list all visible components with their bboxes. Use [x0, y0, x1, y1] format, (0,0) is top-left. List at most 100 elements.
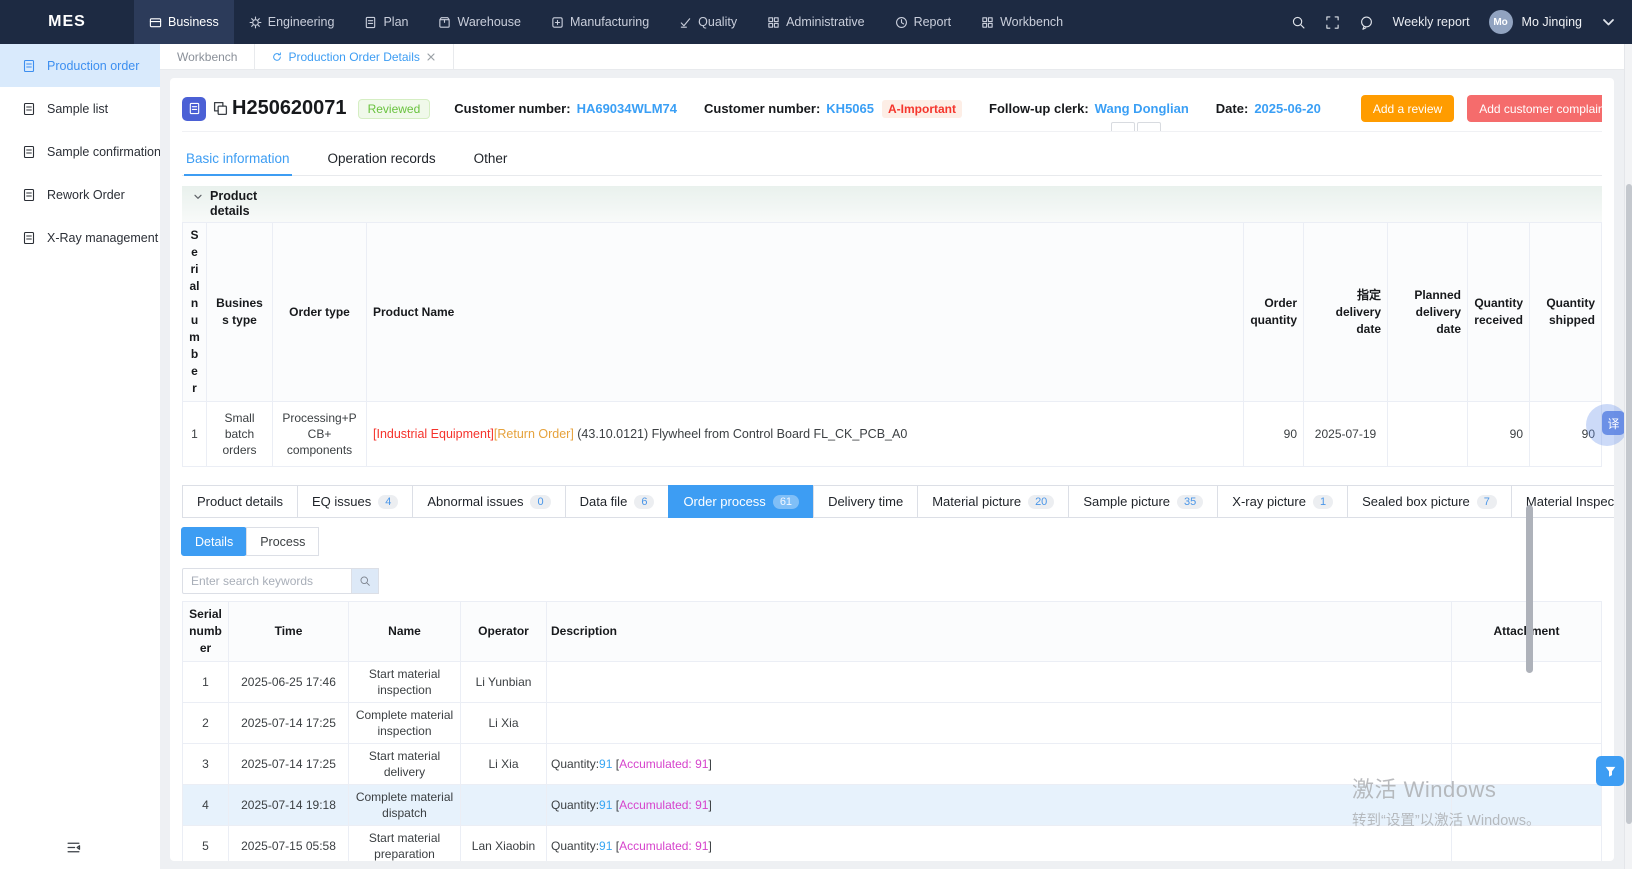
sidebar-item-label: Sample confirmation list	[47, 145, 160, 159]
nav-item-engineering[interactable]: Engineering	[234, 0, 350, 44]
tab-count-badge: 61	[773, 495, 799, 509]
tab-details[interactable]: Details	[181, 527, 247, 556]
content-area: WorkbenchProduction Order Details H25062…	[160, 44, 1632, 869]
nav-item-quality[interactable]: Quality	[664, 0, 752, 44]
cell-time: 2025-07-14 17:25	[229, 703, 349, 744]
chevron-down-icon[interactable]	[1601, 15, 1616, 30]
sidebar-item-label: X-Ray management	[47, 231, 158, 245]
field-label: Follow-up clerk:	[989, 101, 1089, 116]
process-row[interactable]: 42025-07-14 19:18Complete material dispa…	[183, 785, 1602, 826]
grid-icon	[767, 16, 780, 29]
tab-operation-records[interactable]: Operation records	[326, 140, 438, 175]
tab-material-picture[interactable]: Material picture20	[917, 485, 1069, 518]
tab-other[interactable]: Other	[472, 140, 510, 175]
product-col-header: Quantity received	[1468, 223, 1530, 402]
sidebar-item-sample-list[interactable]: Sample list	[0, 87, 160, 130]
tab-x-ray-picture[interactable]: X-ray picture1	[1217, 485, 1348, 518]
nav-item-business[interactable]: Business	[134, 0, 234, 44]
tab-basic-information[interactable]: Basic information	[184, 140, 292, 175]
close-icon	[426, 52, 436, 62]
process-row[interactable]: 52025-07-15 05:58Start material preparat…	[183, 826, 1602, 862]
page-scrollbar[interactable]	[1624, 44, 1632, 869]
tab-delivery-time[interactable]: Delivery time	[813, 485, 918, 518]
factory-icon	[551, 16, 564, 29]
process-row[interactable]: 12025-06-25 17:46Start material inspecti…	[183, 662, 1602, 703]
tab-production-order-details[interactable]: Production Order Details	[255, 44, 453, 69]
button-add-a-review[interactable]: Add a review	[1361, 95, 1454, 122]
sidebar-spacer	[0, 259, 160, 828]
nav-item-warehouse[interactable]: Warehouse	[423, 0, 535, 44]
process-row[interactable]: 22025-07-14 17:25Complete material inspe…	[183, 703, 1602, 744]
sidebar-item-production-order[interactable]: Production order	[0, 44, 160, 87]
mini-box[interactable]	[1137, 122, 1161, 132]
product-col-header: Order quantity	[1244, 223, 1304, 402]
search-input[interactable]	[182, 568, 352, 594]
order-number: H250620071	[232, 97, 347, 120]
nav-item-manufacturing[interactable]: Manufacturing	[536, 0, 664, 44]
nav-item-label: Quality	[698, 15, 737, 29]
table-scrollbar-thumb[interactable]	[1526, 505, 1533, 673]
tab-process[interactable]: Process	[246, 527, 319, 556]
button-add-customer-complaints[interactable]: Add customer complaints	[1467, 95, 1602, 122]
order-detail-card: H250620071 Reviewed Customer number:HA69…	[170, 78, 1614, 861]
search-icon[interactable]	[1291, 15, 1306, 30]
tab-label: Material Inspection Record	[1526, 494, 1614, 509]
cell-name: Start material preparation	[349, 826, 461, 862]
section-title: Product details	[210, 189, 268, 219]
nav-item-plan[interactable]: Plan	[349, 0, 423, 44]
tab-sample-picture[interactable]: Sample picture35	[1068, 485, 1218, 518]
doc-icon	[22, 231, 36, 245]
filter-button[interactable]	[1596, 756, 1624, 786]
sidebar-item-sample-confirmation-list[interactable]: Sample confirmation list	[0, 130, 160, 173]
nav-item-label: Manufacturing	[570, 15, 649, 29]
process-row[interactable]: 32025-07-14 17:25Start material delivery…	[183, 744, 1602, 785]
search-button[interactable]	[352, 568, 379, 594]
product-col-header: 指定 delivery date	[1304, 223, 1388, 402]
importance-badge: A-Important	[882, 100, 962, 118]
cell-order-type: Processing+PCB+ components	[273, 402, 367, 467]
tab-data-file[interactable]: Data file6	[565, 485, 670, 518]
tab-sealed-box-picture[interactable]: Sealed box picture7	[1347, 485, 1512, 518]
weekly-report-link[interactable]: Weekly report	[1393, 15, 1470, 29]
sidebar-item-x-ray-management[interactable]: X-Ray management	[0, 216, 160, 259]
nav-item-report[interactable]: Report	[880, 0, 967, 44]
tab-label: Order process	[683, 494, 765, 509]
sidebar-item-rework-order[interactable]: Rework Order	[0, 173, 160, 216]
tab-workbench[interactable]: Workbench	[160, 44, 255, 69]
nav-item-workbench[interactable]: Workbench	[966, 0, 1078, 44]
message-icon[interactable]	[1359, 15, 1374, 30]
product-row[interactable]: 1Small batch ordersProcessing+PCB+ compo…	[183, 402, 1602, 467]
sidebar-item-label: Production order	[47, 59, 139, 73]
nav-item-administrative[interactable]: Administrative	[752, 0, 880, 44]
tab-product-details[interactable]: Product details	[182, 485, 298, 518]
clock-icon	[895, 16, 908, 29]
tab-label: Product details	[197, 494, 283, 509]
username[interactable]: Mo Jinqing	[1522, 15, 1582, 29]
main-tabs: Basic information Operation records Other	[182, 140, 1602, 176]
copy-icon[interactable]	[213, 101, 228, 116]
refresh-icon	[272, 52, 282, 62]
tab-eq-issues[interactable]: EQ issues4	[297, 485, 413, 518]
tab-label: Abnormal issues	[427, 494, 523, 509]
main-menu: BusinessEngineeringPlanWarehouse Manufact…	[134, 0, 1078, 44]
tab-label: Delivery time	[828, 494, 903, 509]
tab-abnormal-issues[interactable]: Abnormal issues0	[412, 485, 565, 518]
collapse-sidebar-icon[interactable]	[0, 828, 160, 869]
cell-attachment	[1452, 826, 1602, 862]
tab-label: Data file	[580, 494, 628, 509]
cell-time: 2025-07-14 17:25	[229, 744, 349, 785]
page-scrollbar-thumb[interactable]	[1626, 184, 1632, 824]
doc-icon	[22, 188, 36, 202]
avatar[interactable]: Mo	[1489, 10, 1513, 34]
cell-planned-date	[1388, 402, 1468, 467]
translate-button[interactable]: 译	[1602, 411, 1625, 435]
process-col-header: Name	[349, 602, 461, 662]
tab-order-process[interactable]: Order process 61	[668, 485, 814, 518]
search-row	[182, 568, 1602, 594]
magnifier-icon	[359, 575, 371, 587]
product-details-section-header[interactable]: Product details	[182, 186, 1602, 222]
order-doc-icon	[182, 97, 206, 121]
fullscreen-icon[interactable]	[1325, 15, 1340, 30]
cell-operator: Lan Xiaobin	[461, 826, 547, 862]
mini-box[interactable]	[1111, 122, 1135, 132]
